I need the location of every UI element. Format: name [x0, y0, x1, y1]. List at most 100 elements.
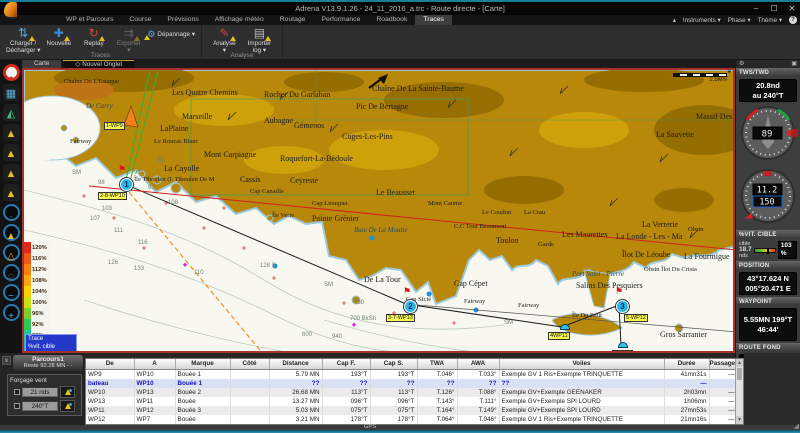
bar-marker [767, 248, 769, 254]
table-row[interactable]: WP10WP13Bouée 226.68 MN113°T113°TT.126°T… [86, 388, 737, 397]
table-cell: — [709, 397, 737, 406]
col-header-dur-e[interactable]: Durée [664, 359, 709, 369]
menu-tab-pr-visions[interactable]: Prévisions [159, 15, 206, 25]
col-header-passage[interactable]: Passage à [709, 359, 737, 369]
chart-tab-carte[interactable]: Carte [22, 60, 61, 68]
buoy-pick-button[interactable] [60, 400, 75, 412]
adrena-logo-icon [4, 2, 17, 19]
table-row[interactable]: WP12WP7Bouée3.21 MN178°T178°TT.064°T.046… [86, 415, 737, 424]
menu-tab-traces[interactable]: Traces [415, 15, 452, 25]
zoom-marks-button[interactable]: ▲ [3, 224, 20, 241]
col-header-de[interactable]: De [86, 359, 134, 369]
waypoint-marker-2[interactable]: 2 [404, 300, 417, 313]
menu-instruments[interactable]: Instruments ▾ [683, 17, 721, 24]
boat-chart-button[interactable]: ◭ [3, 104, 20, 121]
grid-icon[interactable]: ▣ [791, 60, 797, 68]
minimize-button[interactable]: – [750, 4, 762, 14]
chart-label: La Crau [524, 209, 545, 216]
chart-menu-arrow-icon[interactable]: ▾ [727, 68, 731, 76]
forcage-field-0[interactable]: 21 nds [22, 387, 58, 397]
forcage-checkbox[interactable] [14, 389, 20, 395]
table-cell: ?? [322, 379, 370, 388]
menu-tab-performance[interactable]: Performance [313, 15, 368, 25]
waypoint-marker-1[interactable]: 1 [120, 178, 133, 191]
buoy-marker[interactable] [618, 342, 628, 348]
help-button[interactable]: ? [789, 16, 797, 24]
chart-canvas[interactable]: 2.5MN ▾ 120%116%112%108%104%100%96%92%88… [22, 68, 735, 353]
col-header-a[interactable]: A [134, 359, 175, 369]
ribbon-button-d-pannage[interactable]: ⚙Dépannage ▾ [147, 28, 195, 39]
ribbon-button-importer-log[interactable]: ▤Importer log ▾ [243, 26, 276, 54]
table-scrollbar[interactable]: ▲ ▼ [735, 359, 743, 424]
scale-bar-label: 2.5MN [673, 77, 727, 83]
zoom-point-button[interactable]: · [3, 204, 20, 221]
ribbon-button-nouvelle[interactable]: ✚Nouvelle [42, 26, 75, 47]
route-mark-2-button[interactable]: ▲ [3, 144, 20, 161]
ribbon-button-analyse[interactable]: ✎Analyse ▾ [208, 26, 241, 54]
col-header-marque[interactable]: Marque [175, 359, 230, 369]
ribbon-button-replay[interactable]: ↻Replay [77, 26, 110, 47]
chart-label: Cap Cépet [454, 279, 488, 288]
col-header-voiles[interactable]: Voiles [499, 359, 664, 369]
zoom-out-button[interactable]: − [3, 284, 20, 301]
table-row[interactable]: WP13WP11Bouée13.27 MN096°T096°TT.143°T.1… [86, 397, 737, 406]
col-header-distance[interactable]: Distance [269, 359, 322, 369]
waypoint-marker-3[interactable]: 3 [616, 300, 629, 313]
chart-label: Cap Canaille [250, 188, 284, 195]
menu-tab-affichage-m-t-o[interactable]: Affichage météo [207, 15, 272, 25]
zoom-boat-button[interactable]: △ [3, 244, 20, 261]
gear-icon[interactable]: ⚙ [739, 60, 744, 68]
table-row[interactable]: WP11WP12Bouée 35.03 MN075°T075°TT.164°T.… [86, 406, 737, 415]
table-cell: — [709, 415, 737, 424]
buoy-marker[interactable] [560, 324, 570, 330]
chart-map-button[interactable]: ▦ [3, 84, 20, 101]
route-mark-3-button[interactable]: ▲ [3, 164, 20, 181]
table-cell [230, 388, 269, 397]
analyse-icon: ✎ [208, 27, 241, 40]
chart-label: Îlot De Léoube [622, 250, 670, 259]
menu-collapse[interactable]: ▴ [673, 17, 676, 24]
col-header-cap-f[interactable]: Cap F. [322, 359, 370, 369]
table-row[interactable]: WP9WP10Bouée 15.79 MN193°T193°TT.046°T.0… [86, 369, 737, 379]
chart-label: 940 [332, 334, 342, 340]
flag-icon: ⚑ [403, 287, 411, 296]
buoy-cone-icon [29, 36, 35, 41]
scroll-thumb[interactable] [737, 368, 742, 380]
resize-grip[interactable]: ◢ [794, 423, 799, 430]
menu-tab-course[interactable]: Course [121, 15, 159, 25]
chart-tab-nouvel-onglet[interactable]: ◇Nouvel Onglet [63, 60, 134, 68]
menu-tab-routage[interactable]: Routage [272, 15, 314, 25]
scroll-down-icon[interactable]: ▼ [736, 416, 743, 424]
buoy-pick-button[interactable] [60, 386, 75, 398]
close-button[interactable]: ✕ [786, 4, 798, 14]
table-row[interactable]: bateauWP10Bouée 1????????????— [86, 379, 737, 388]
route-mark-1-button[interactable]: ▲ [3, 124, 20, 141]
ribbon-button-charger-d-charger[interactable]: ⇅Charger / Décharger ▾ [6, 26, 40, 54]
zoom-in-button[interactable]: + [3, 304, 20, 321]
menu-phase[interactable]: Phase ▾ [728, 17, 751, 24]
chart-label: Île Tiboulen (I. Tiboulen De M [134, 176, 215, 183]
col-header-c-t[interactable]: Côté [230, 359, 269, 369]
man-overboard-button[interactable]: ● [3, 64, 20, 81]
parcours-close-button[interactable]: x [2, 356, 11, 365]
ribbon-button-exporter[interactable]: ⇉Exporter ▾ [112, 26, 145, 54]
forcage-checkbox[interactable] [14, 403, 20, 409]
maximize-button[interactable]: ☐ [768, 4, 780, 14]
scroll-up-icon[interactable]: ▲ [736, 359, 743, 367]
waypoint-tag: 1-WP9 [104, 122, 125, 130]
menu-tab-roadbook[interactable]: Roadbook [368, 15, 415, 25]
menu-th-me[interactable]: Thème ▾ [757, 17, 782, 24]
table-cell: Bouée [175, 415, 230, 424]
title-bar: Adrena V13.9.1.26 - 24_11_2016_a.trc - R… [0, 0, 800, 15]
col-header-cap-s[interactable]: Cap S. [370, 359, 417, 369]
man-overboard-icon: ● [9, 75, 13, 82]
forcage-field-1[interactable]: 240°T [22, 401, 58, 411]
chart-label: Obstn [688, 226, 704, 233]
col-header-twa[interactable]: TWA [417, 359, 457, 369]
route-mark-4-button[interactable]: ▲ [3, 184, 20, 201]
legend-value: 92% [32, 322, 44, 328]
select-area-button[interactable]: ◌ [3, 264, 20, 281]
col-header-awa[interactable]: AWA [457, 359, 499, 369]
menu-right-controls: ▴ Instruments ▾ Phase ▾ Thème ▾? [673, 15, 797, 25]
menu-tab-wp-et-parcours[interactable]: WP et Parcours [58, 15, 121, 25]
